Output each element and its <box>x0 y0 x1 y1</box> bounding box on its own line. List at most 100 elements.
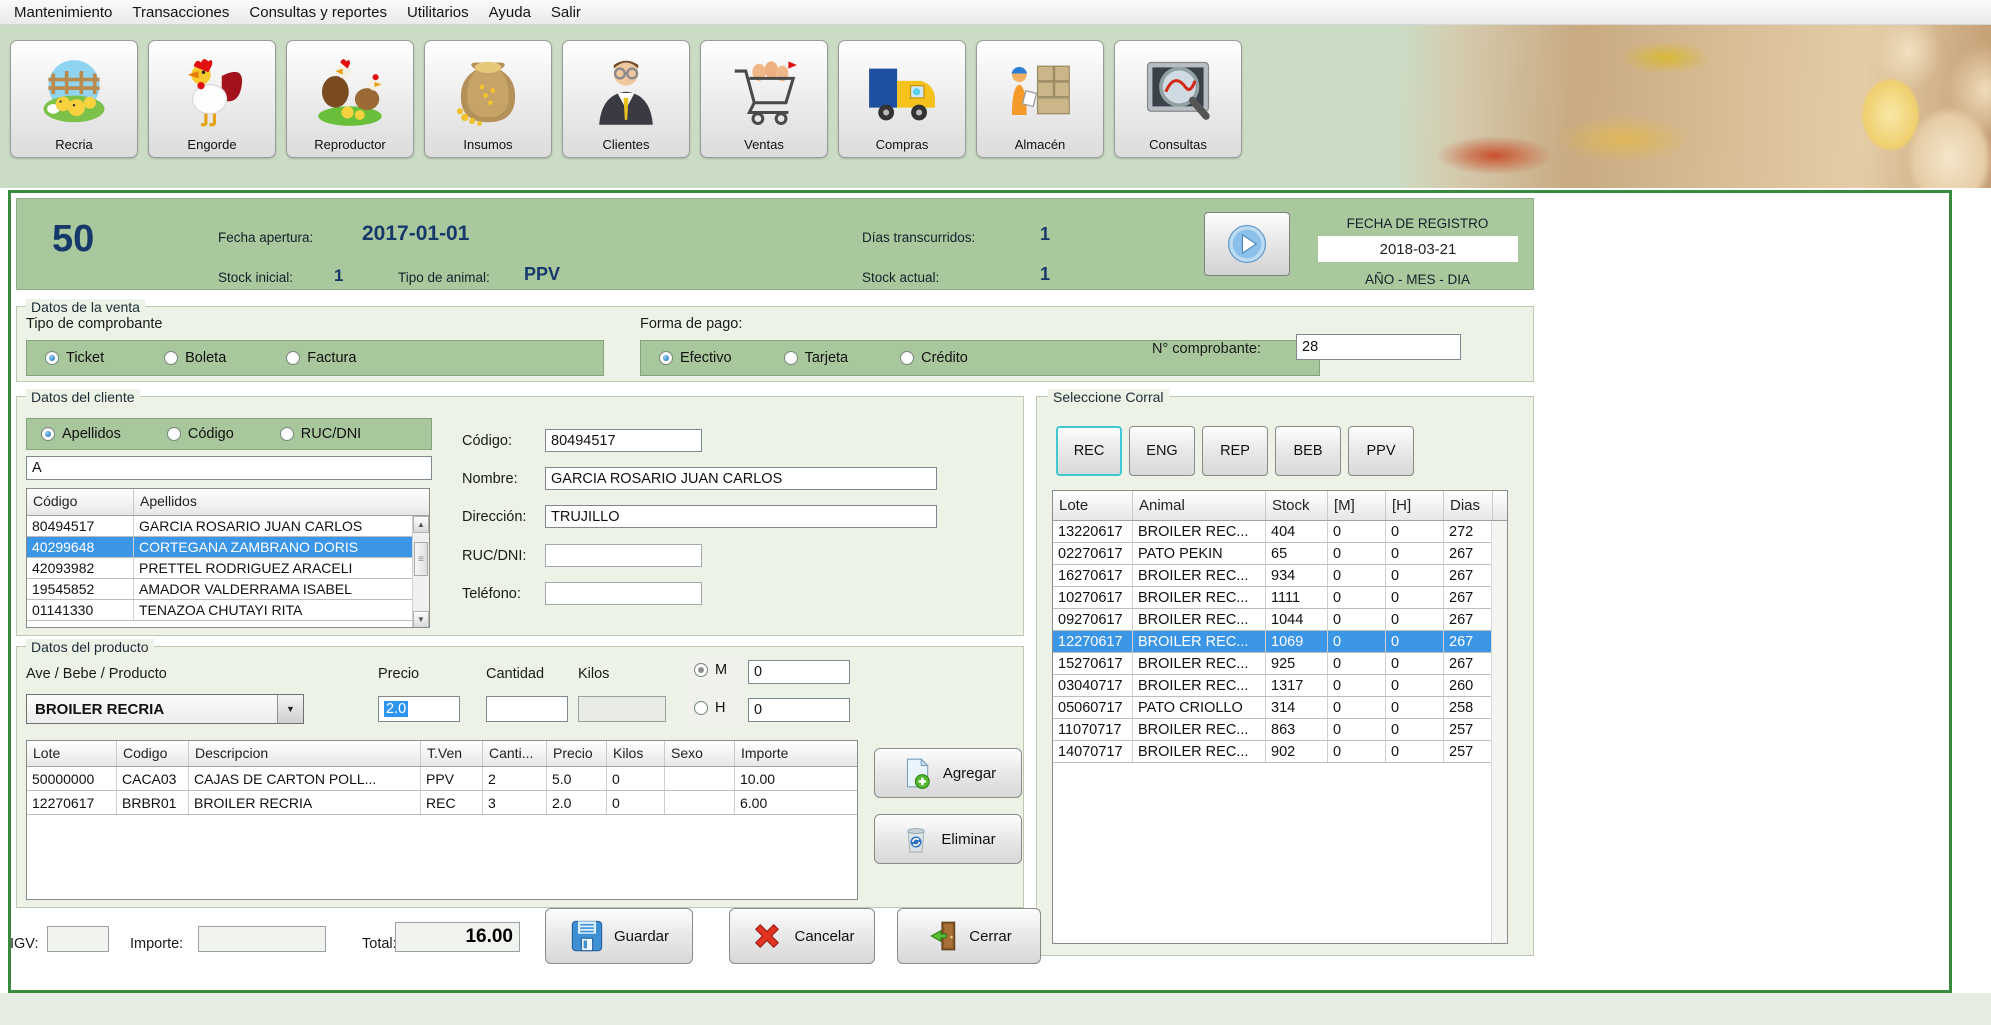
column-header[interactable]: Stock <box>1266 491 1328 520</box>
table-row[interactable]: 05060717PATO CRIOLLO31400258 <box>1053 697 1507 719</box>
column-header[interactable]: T.Ven <box>421 741 483 766</box>
table-row[interactable]: 09270617BROILER REC...104400267 <box>1053 609 1507 631</box>
precio-field[interactable]: 2.0 <box>378 696 460 722</box>
cliente-telefono-field[interactable] <box>545 582 702 605</box>
scrollbar-thumb[interactable]: ≡ <box>414 542 428 576</box>
table-row[interactable]: 40299648CORTEGANA ZAMBRANO DORIS <box>27 537 429 558</box>
table-row[interactable]: 15270617BROILER REC...92500267 <box>1053 653 1507 675</box>
hembra-count-field[interactable]: 0 <box>748 698 850 722</box>
radio-macho[interactable]: M <box>694 662 727 678</box>
column-header[interactable]: [H] <box>1386 491 1444 520</box>
toolbar-button-reproductor[interactable]: Reproductor <box>286 40 414 158</box>
column-header[interactable]: Lote <box>27 741 117 766</box>
column-header[interactable]: Importe <box>735 741 855 766</box>
table-cell: BROILER REC... <box>1133 741 1266 762</box>
table-row[interactable]: 19545852AMADOR VALDERRAMA ISABEL <box>27 579 429 600</box>
menu-item-utilitarios[interactable]: Utilitarios <box>397 2 479 23</box>
radio-busqueda-rucdni[interactable]: RUC/DNI <box>280 426 361 442</box>
guardar-button[interactable]: Guardar <box>545 908 693 964</box>
table-row[interactable]: 11070717BROILER REC...86300257 <box>1053 719 1507 741</box>
corral-table-body: 13220617BROILER REC...4040027202270617PA… <box>1053 521 1507 763</box>
producto-title: Datos del producto <box>26 639 154 655</box>
toolbar-button-ventas[interactable]: Ventas <box>700 40 828 158</box>
toolbar-button-label: Almacén <box>1015 137 1066 152</box>
producto-detalle-table: LoteCodigoDescripcionT.VenCanti...Precio… <box>26 740 858 900</box>
cliente-codigo-field[interactable]: 80494517 <box>545 429 702 452</box>
table-cell: PPV <box>421 767 483 790</box>
corral-tab-rec[interactable]: REC <box>1056 426 1122 476</box>
radio-hembra[interactable]: H <box>694 700 725 716</box>
table-row[interactable]: 16270617BROILER REC...93400267 <box>1053 565 1507 587</box>
eliminar-button[interactable]: Eliminar <box>874 814 1022 864</box>
toolbar-button-recria[interactable]: Recria <box>10 40 138 158</box>
scroll-down-icon[interactable]: ▼ <box>413 611 429 628</box>
menu-item-transacciones[interactable]: Transacciones <box>122 2 239 23</box>
column-header[interactable]: Lote <box>1053 491 1133 520</box>
cancelar-button[interactable]: Cancelar <box>729 908 875 964</box>
toolbar-button-insumos[interactable]: Insumos <box>424 40 552 158</box>
next-record-button[interactable] <box>1204 212 1290 276</box>
menu-item-consultas-y-reportes[interactable]: Consultas y reportes <box>239 2 397 23</box>
table-row[interactable]: 50000000CACA03CAJAS DE CARTON POLL...PPV… <box>27 767 857 791</box>
cliente-direccion-field[interactable]: TRUJILLO <box>545 505 937 528</box>
radio-pago-efectivo[interactable]: Efectivo <box>659 350 732 366</box>
column-header[interactable]: Codigo <box>117 741 189 766</box>
table-row[interactable]: 80494517GARCIA ROSARIO JUAN CARLOS <box>27 516 429 537</box>
table-row[interactable]: 03040717BROILER REC...131700260 <box>1053 675 1507 697</box>
column-header[interactable]: Código <box>27 489 134 515</box>
table-row[interactable]: 10270617BROILER REC...111100267 <box>1053 587 1507 609</box>
radio-pago-crdito[interactable]: Crédito <box>900 350 968 366</box>
cliente-rucdni-field[interactable] <box>545 544 702 567</box>
column-header[interactable]: Kilos <box>607 741 665 766</box>
column-header[interactable]: Canti... <box>483 741 547 766</box>
corral-table-scrollbar[interactable] <box>1491 521 1507 943</box>
toolbar-button-almacen[interactable]: Almacén <box>976 40 1104 158</box>
column-header[interactable]: Precio <box>547 741 607 766</box>
macho-count-field[interactable]: 0 <box>748 660 850 684</box>
corral-tab-eng[interactable]: ENG <box>1129 426 1195 476</box>
cliente-list-table: CódigoApellidos 80494517GARCIA ROSARIO J… <box>26 488 430 628</box>
toolbar-button-engorde[interactable]: Engorde <box>148 40 276 158</box>
radio-pago-tarjeta[interactable]: Tarjeta <box>784 350 849 366</box>
corral-tab-beb[interactable]: BEB <box>1275 426 1341 476</box>
column-header[interactable]: Descripcion <box>189 741 421 766</box>
corral-tab-rep[interactable]: REP <box>1202 426 1268 476</box>
radio-busqueda-cdigo[interactable]: Código <box>167 426 234 442</box>
table-row[interactable]: 14070717BROILER REC...90200257 <box>1053 741 1507 763</box>
forma-pago-label: Forma de pago: <box>640 316 742 332</box>
table-row[interactable]: 12270617BROILER REC...106900267 <box>1053 631 1507 653</box>
column-header[interactable]: Animal <box>1133 491 1266 520</box>
cliente-nombre-field[interactable]: GARCIA ROSARIO JUAN CARLOS <box>545 467 937 490</box>
comprobante-numero-field[interactable]: 28 <box>1296 334 1461 360</box>
column-header[interactable]: [M] <box>1328 491 1386 520</box>
radio-comprobante-factura[interactable]: Factura <box>286 350 356 366</box>
table-row[interactable]: 42093982PRETTEL RODRIGUEZ ARACELI <box>27 558 429 579</box>
agregar-button[interactable]: Agregar <box>874 748 1022 798</box>
table-row[interactable]: 01141330TENAZOA CHUTAYI RITA <box>27 600 429 621</box>
column-header[interactable]: Dias <box>1444 491 1493 520</box>
menu-item-ayuda[interactable]: Ayuda <box>479 2 541 23</box>
toolbar-button-compras[interactable]: Compras <box>838 40 966 158</box>
scroll-up-icon[interactable]: ▲ <box>413 516 429 533</box>
chevron-down-icon[interactable]: ▼ <box>277 695 303 723</box>
radio-comprobante-ticket[interactable]: Ticket <box>45 350 104 366</box>
column-header[interactable]: Sexo <box>665 741 735 766</box>
cliente-list-scrollbar[interactable]: ▲ ≡ ▼ <box>412 516 429 628</box>
column-header[interactable]: Apellidos <box>134 489 413 515</box>
table-row[interactable]: 02270617PATO PEKIN6500267 <box>1053 543 1507 565</box>
radio-busqueda-apellidos[interactable]: Apellidos <box>41 426 121 442</box>
menu-item-mantenimiento[interactable]: Mantenimiento <box>4 2 122 23</box>
cliente-search-input[interactable]: A <box>26 456 432 480</box>
producto-combobox[interactable]: BROILER RECRIA ▼ <box>26 694 304 724</box>
toolbar-button-clientes[interactable]: Clientes <box>562 40 690 158</box>
table-row[interactable]: 13220617BROILER REC...40400272 <box>1053 521 1507 543</box>
table-row[interactable]: 12270617BRBR01BROILER RECRIAREC32.006.00 <box>27 791 857 815</box>
radio-icon <box>694 701 708 715</box>
radio-comprobante-boleta[interactable]: Boleta <box>164 350 226 366</box>
cerrar-button[interactable]: Cerrar <box>897 908 1041 964</box>
corral-tab-ppv[interactable]: PPV <box>1348 426 1414 476</box>
fecha-registro-field[interactable]: 2018-03-21 <box>1318 236 1518 262</box>
menu-item-salir[interactable]: Salir <box>541 2 591 23</box>
cantidad-field[interactable] <box>486 696 568 722</box>
toolbar-button-consultas[interactable]: Consultas <box>1114 40 1242 158</box>
